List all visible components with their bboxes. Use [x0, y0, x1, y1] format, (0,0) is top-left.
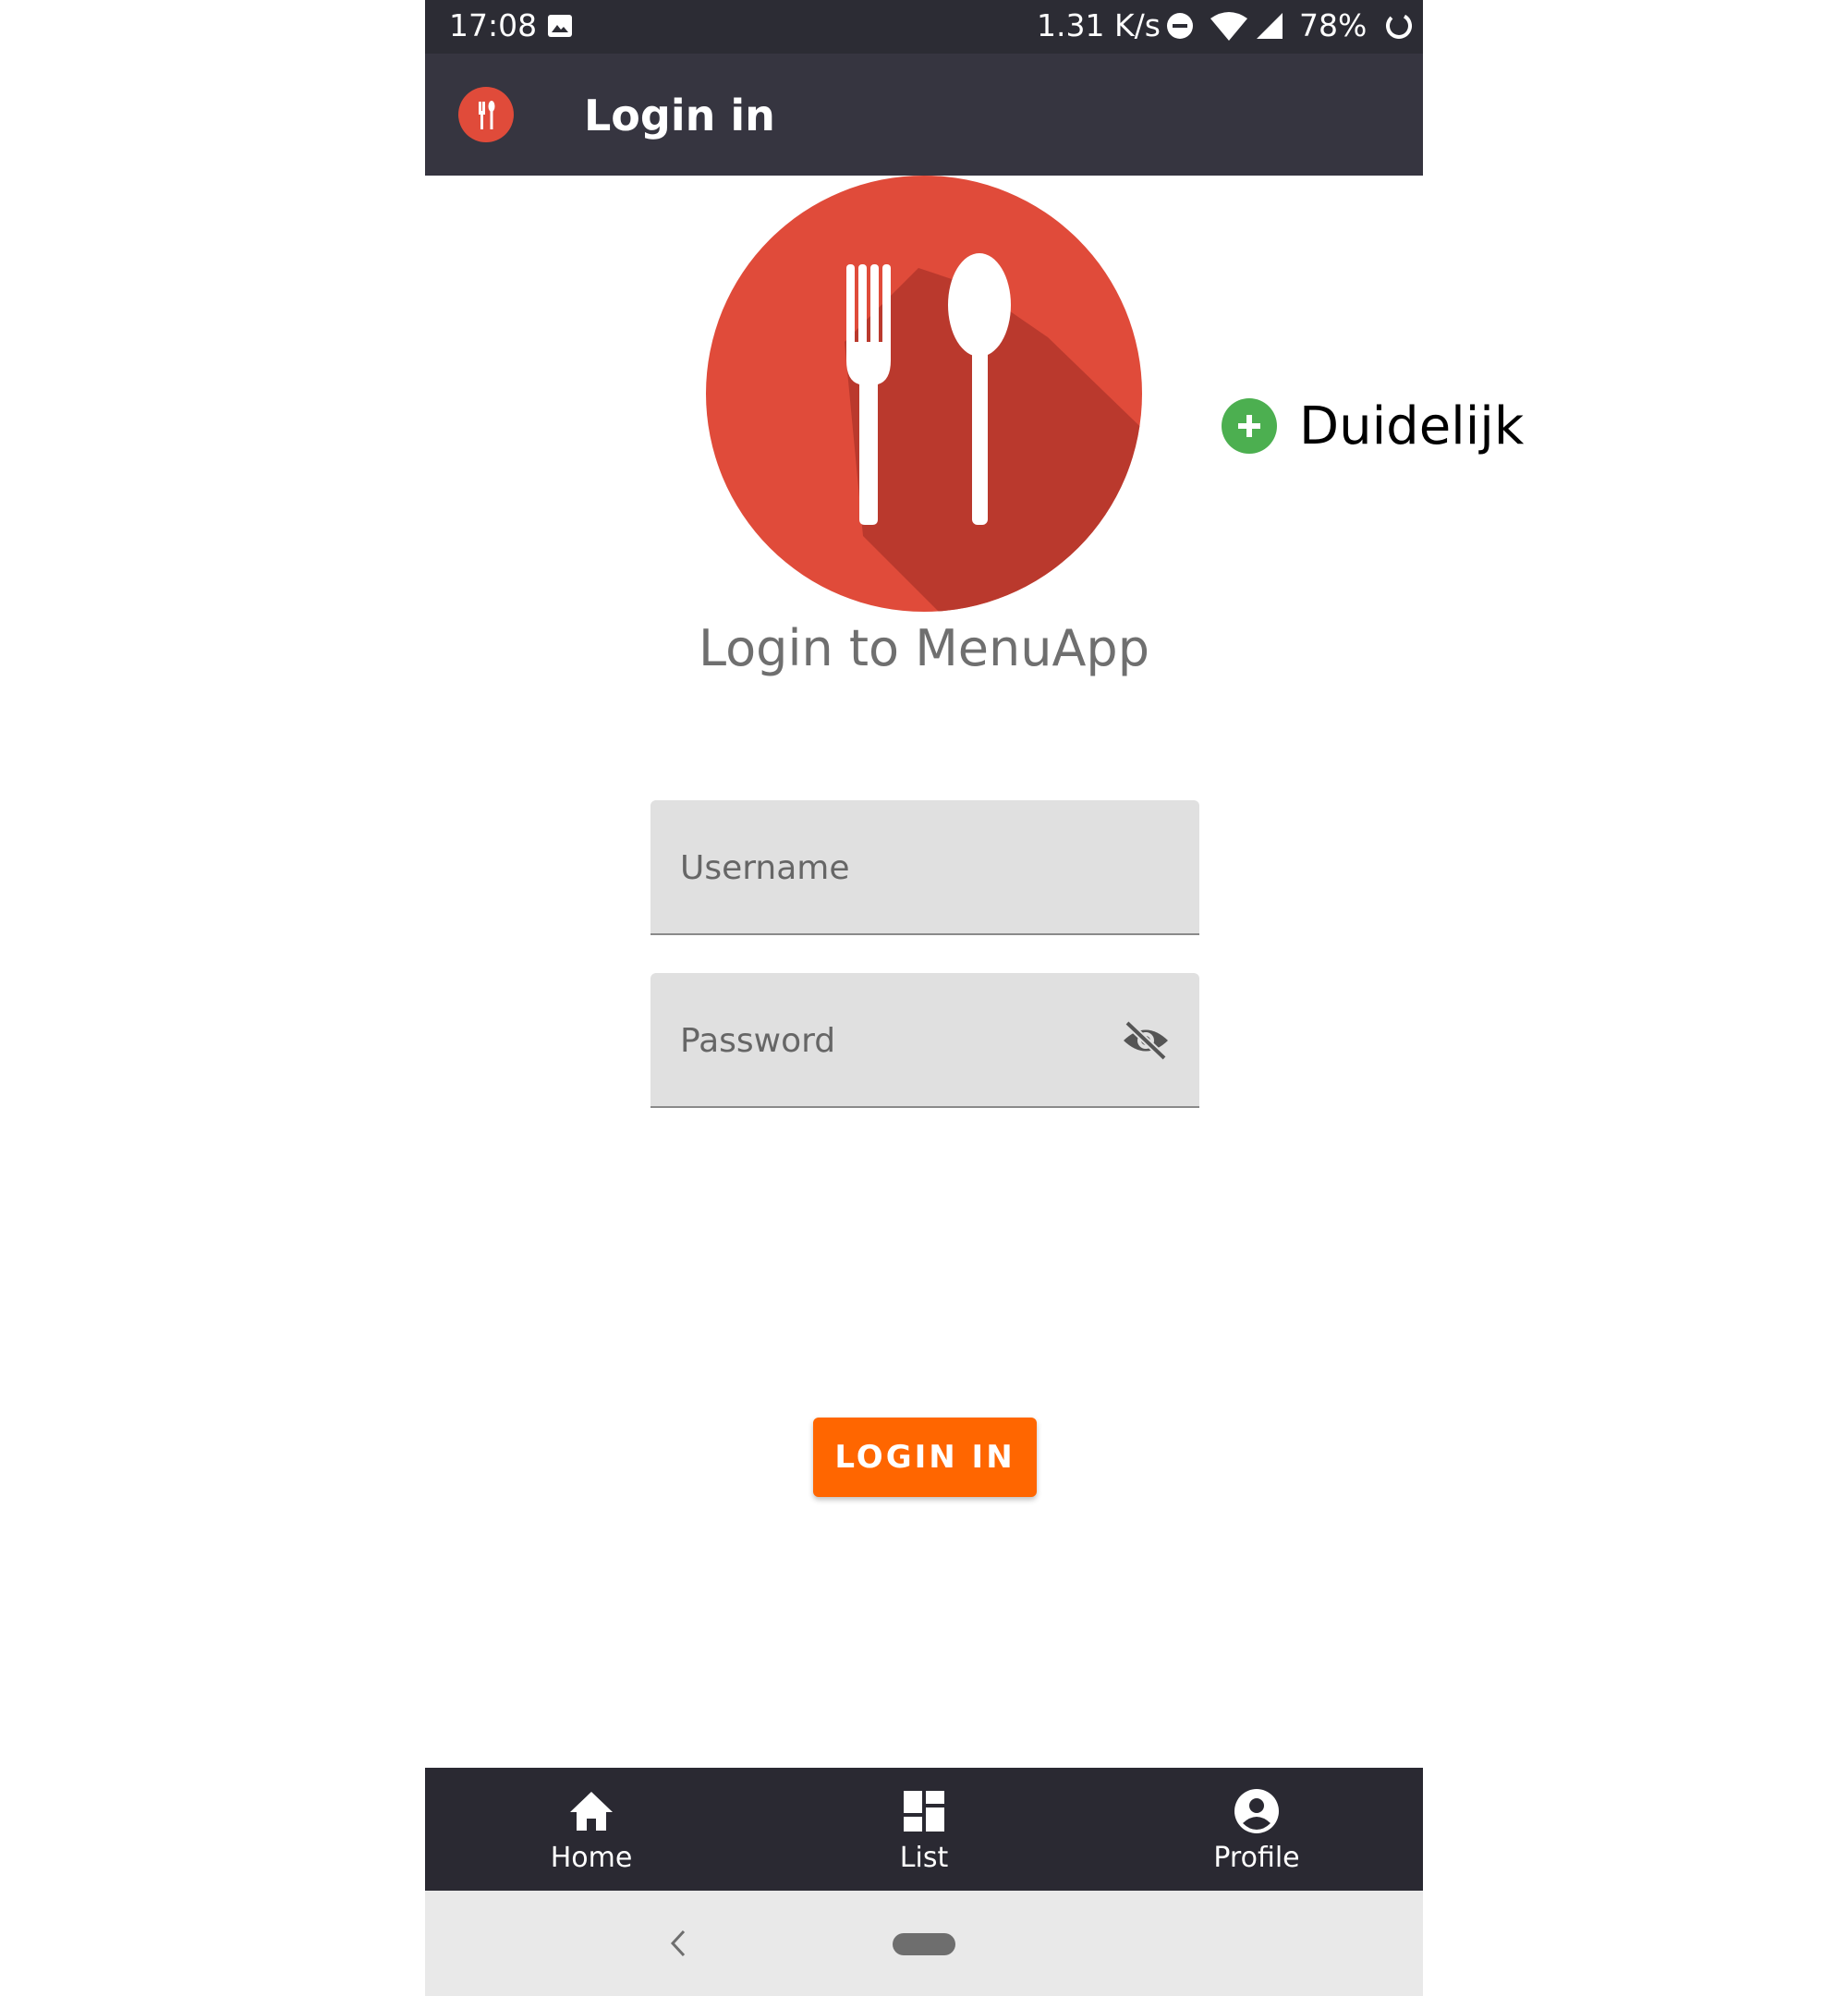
- nav-item-label: List: [899, 1842, 949, 1874]
- dashboard-icon: [904, 1791, 944, 1832]
- fork-spoon-icon: [706, 176, 1142, 612]
- account-circle-icon: [1234, 1789, 1279, 1833]
- username-field[interactable]: [650, 800, 1199, 935]
- gallery-icon: [548, 15, 572, 37]
- status-bar: 17:08 1.31 K/s 78%: [425, 0, 1423, 54]
- app-bar: Login in: [425, 54, 1423, 176]
- annotation-label: Duidelijk: [1299, 396, 1525, 456]
- username-input[interactable]: [678, 841, 1125, 895]
- nav-item-profile[interactable]: Profile: [1090, 1768, 1423, 1891]
- plus-circle-icon: [1222, 398, 1277, 454]
- nav-item-label: Home: [550, 1842, 633, 1874]
- do-not-disturb-icon: [1167, 13, 1193, 39]
- battery-level: 78%: [1299, 7, 1368, 43]
- phone-screen: 17:08 1.31 K/s 78% Login in Login to Men…: [425, 0, 1423, 1996]
- eye-off-icon[interactable]: [1120, 1017, 1172, 1064]
- system-navigation-bar: [425, 1891, 1423, 1996]
- password-field[interactable]: [650, 973, 1199, 1108]
- bottom-navigation: Home List Profile: [425, 1768, 1423, 1891]
- network-speed: 1.31 K/s: [1037, 7, 1161, 43]
- signal-icon: [1257, 13, 1283, 39]
- wifi-icon: [1210, 12, 1247, 41]
- login-button[interactable]: LOGIN IN: [813, 1418, 1037, 1497]
- fork-spoon-icon: [458, 87, 514, 142]
- nav-item-list[interactable]: List: [758, 1768, 1090, 1891]
- login-heading: Login to MenuApp: [699, 619, 1149, 677]
- status-time: 17:08: [449, 7, 538, 43]
- battery-icon: [1386, 13, 1412, 39]
- password-input[interactable]: [678, 1014, 1125, 1067]
- back-icon[interactable]: [665, 1928, 693, 1959]
- home-icon: [570, 1792, 613, 1831]
- home-pill[interactable]: [893, 1933, 955, 1955]
- app-bar-title: Login in: [584, 91, 775, 140]
- nav-item-home[interactable]: Home: [425, 1768, 758, 1891]
- nav-item-label: Profile: [1213, 1842, 1300, 1874]
